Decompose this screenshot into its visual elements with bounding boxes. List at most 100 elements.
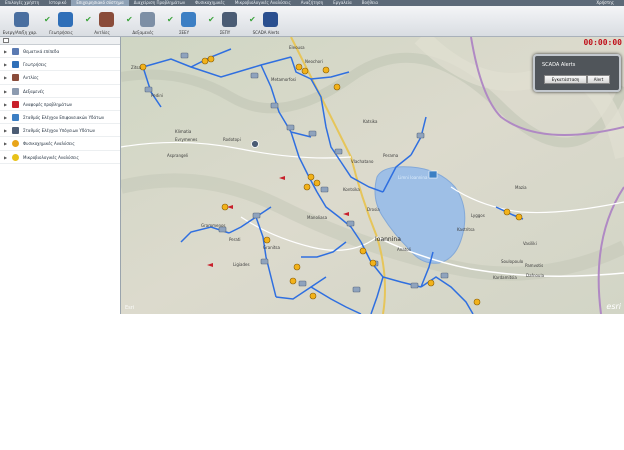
- layers-panel-header: [0, 37, 120, 45]
- borehole-icon: [58, 12, 73, 27]
- app-window: Επιλογές χρήστη Ιστορικό Επιχειρησιακό σ…: [0, 0, 624, 450]
- expand-icon[interactable]: ▶: [4, 141, 7, 146]
- toolbar-button-layers-toggle[interactable]: Ενεργ/Απ/ξη χαρ.: [0, 6, 40, 37]
- layer-item-label: Γεωτρήσεις: [23, 62, 47, 68]
- place-label: Lyggos: [471, 213, 485, 218]
- place-label: Katsika: [363, 119, 378, 124]
- layer-item-microbio[interactable]: ▶ Μικροβιολογικές Αναλύσεις: [0, 151, 120, 164]
- layer-item-label: Αναφορές προβλημάτων: [23, 101, 73, 107]
- layer-item-problem-report[interactable]: ▶ Αναφορές προβλημάτων: [0, 98, 120, 111]
- expand-icon[interactable]: ▶: [4, 128, 7, 133]
- place-label: Anatoli: [397, 247, 411, 252]
- expand-icon[interactable]: ▶: [4, 49, 7, 54]
- layer-item-groundwater[interactable]: ▶ Σταθμός Ελέγχου Υπόγειων Υδάτων: [0, 124, 120, 138]
- layer-item-pump[interactable]: ▶ Αντλίες: [0, 71, 120, 85]
- scada-alerts-title: SCADA Alerts: [542, 62, 576, 68]
- physchem-icon: [12, 140, 19, 148]
- pump-icon: [12, 74, 19, 82]
- toolbar-button-water-control[interactable]: ✔ ΣΕΕΥ: [164, 6, 204, 37]
- place-label: Metamorfosi: [271, 77, 296, 82]
- panel-toggle-icon[interactable]: [3, 38, 9, 43]
- layer-item-label: Φυσικοχημικές Αναλύσεις: [23, 141, 75, 147]
- borehole-icon: [12, 61, 19, 69]
- layer-list: ▶ Θεματικά επίπεδα ▶ Γεωτρήσεις ▶ Αντλίες ▶ Δεξ…: [0, 45, 120, 164]
- scada-icon: [263, 12, 278, 27]
- monitor-station-icon: [222, 12, 237, 27]
- microbio-icon: [12, 153, 19, 161]
- place-label: Pamvotis: [525, 263, 544, 268]
- expand-icon[interactable]: ▶: [4, 75, 7, 80]
- check-icon: ✔: [249, 15, 256, 24]
- place-label: Ligiades: [233, 262, 250, 267]
- layer-item-label: Θεματικά επίπεδα: [23, 49, 60, 54]
- layer-item-label: Σταθμός Ελέγχου Επιφανειακών Υδάτων: [23, 114, 105, 120]
- layers-panel: ▶ Θεματικά επίπεδα ▶ Γεωτρήσεις ▶ Αντλίες ▶ Δεξ…: [0, 37, 121, 314]
- toolbar-button-label: SCADA Alerts: [252, 30, 280, 35]
- toolbar-button-label: Γεωτρήσεις: [49, 30, 73, 35]
- layer-item-tank[interactable]: ▶ Δεξαμενές: [0, 85, 120, 98]
- layers-toggle-icon: [14, 12, 29, 27]
- check-icon: ✔: [85, 15, 92, 24]
- expand-icon[interactable]: ▶: [4, 89, 7, 94]
- place-label: Vlachatano: [351, 159, 374, 164]
- toolbar-button-label: Αντλίες: [94, 30, 110, 35]
- place-label: Manoliasa: [307, 215, 328, 220]
- groundwater-icon: [12, 127, 19, 135]
- place-label: Vasiliki: [523, 241, 537, 246]
- toolbar-button-label: Δεξαμενές: [132, 30, 154, 35]
- water-control-icon: [181, 12, 196, 27]
- toolbar-button-monitor-station[interactable]: ✔ ΣΕΠΥ: [205, 6, 245, 37]
- place-label: Dafnoula: [526, 273, 545, 278]
- expand-icon[interactable]: ▶: [4, 115, 7, 120]
- layer-item-borehole[interactable]: ▶ Γεωτρήσεις: [0, 58, 120, 72]
- place-label: Rodotopi: [223, 137, 241, 142]
- place-label: Neochori: [305, 59, 323, 64]
- expand-icon[interactable]: ▶: [4, 102, 7, 107]
- tank-icon: [12, 87, 19, 95]
- place-label: Evrymenes: [175, 137, 198, 142]
- map-view[interactable]: Zitsa Pedini Eleousa Metamorfosi Perama Katsi…: [121, 37, 624, 314]
- toolbar-button-scada[interactable]: ✔ SCADA Alerts: [246, 6, 286, 37]
- place-label: Klimatia: [175, 129, 192, 134]
- place-label: Kardamitsia: [493, 275, 517, 280]
- map-credit: Esri: [125, 305, 135, 311]
- toolbar-button-label: ΣΕΠΥ: [219, 30, 231, 35]
- tank-icon: [140, 12, 155, 27]
- place-label: Kontsika: [343, 187, 360, 192]
- alerts-alert-column[interactable]: Alert: [587, 75, 610, 84]
- thematic-layers-icon: [12, 48, 19, 55]
- toolbar-button-label: Ενεργ/Απ/ξη χαρ.: [2, 30, 38, 35]
- problem-report-icon: [12, 100, 19, 108]
- place-label: Kastritsa: [457, 227, 475, 232]
- place-label: Asprangeli: [167, 153, 189, 158]
- layer-item-surface-water[interactable]: ▶ Σταθμός Ελέγχου Επιφανειακών Υδάτων: [0, 111, 120, 125]
- layer-item-thematic-layers[interactable]: ▶ Θεματικά επίπεδα: [0, 45, 120, 59]
- place-label: Soulopoulo: [501, 259, 524, 264]
- check-icon: ✔: [167, 15, 174, 24]
- check-icon: ✔: [208, 15, 215, 24]
- check-icon: ✔: [126, 15, 133, 24]
- place-label: Pedini: [151, 93, 164, 98]
- expand-icon[interactable]: ▶: [4, 155, 7, 160]
- city-label: Ioannina: [375, 236, 401, 243]
- esri-logo: esri: [606, 302, 621, 311]
- toolbar-button-label: ΣΕΕΥ: [178, 30, 190, 35]
- expand-icon[interactable]: ▶: [4, 62, 7, 67]
- alerts-installation-column[interactable]: Εγκατάσταση: [544, 75, 587, 84]
- place-label: Zitsa: [131, 65, 141, 70]
- layer-item-label: Αντλίες: [23, 75, 39, 81]
- place-label: Eleousa: [289, 45, 305, 50]
- layer-item-label: Σταθμός Ελέγχου Υπόγειων Υδάτων: [23, 128, 95, 134]
- toolbar-button-pump[interactable]: ✔ Αντλίες: [82, 6, 122, 37]
- layer-item-physchem[interactable]: ▶ Φυσικοχημικές Αναλύσεις: [0, 137, 120, 151]
- check-icon: ✔: [44, 15, 51, 24]
- surface-water-icon: [12, 113, 19, 121]
- scada-alerts-panel: SCADA Alerts Εγκατάσταση Alert: [533, 54, 621, 92]
- toolbar-button-tank[interactable]: ✔ Δεξαμενές: [123, 6, 163, 37]
- toolbar: Ενεργ/Απ/ξη χαρ. ✔ Γεωτρήσεις ✔ Αντλίες ✔ Δεξα…: [0, 6, 624, 37]
- pump-icon: [99, 12, 114, 27]
- layer-item-label: Μικροβιολογικές Αναλύσεις: [23, 154, 79, 160]
- scada-clock: 00:00:00: [583, 38, 622, 47]
- layer-item-label: Δεξαμενές: [23, 88, 45, 94]
- toolbar-button-borehole[interactable]: ✔ Γεωτρήσεις: [41, 6, 81, 37]
